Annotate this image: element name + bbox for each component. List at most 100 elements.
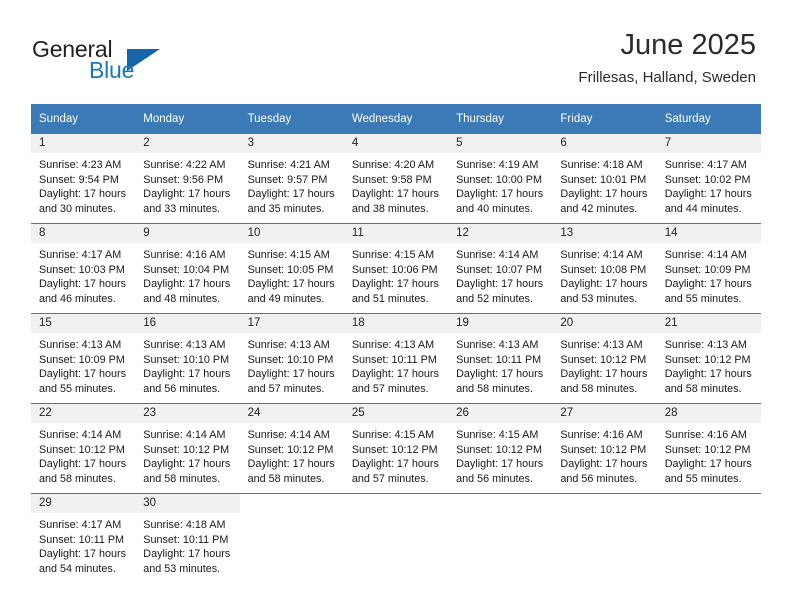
daylight-text-line1: Daylight: 17 hours (39, 368, 127, 381)
day-number: 27 (552, 404, 657, 423)
day-details: Sunrise: 4:16 AM Sunset: 10:04 PM Daylight… (135, 243, 239, 306)
calendar-day-cell[interactable]: 25 Sunrise: 4:15 AM Sunset: 10:12 PM Daylig… (343, 403, 449, 494)
day-details: Sunrise: 4:14 AM Sunset: 10:12 PM Daylight… (31, 423, 135, 486)
general-blue-logo[interactable]: General Blue (32, 36, 242, 88)
day-number: 12 (448, 224, 553, 243)
daylight-text-line2: and 55 minutes. (39, 382, 116, 395)
calendar-day-cell[interactable]: 17 Sunrise: 4:13 AM Sunset: 10:10 PM Daylig… (239, 313, 344, 404)
sunrise-text: Sunrise: 4:18 AM (143, 519, 226, 531)
daylight-text-line1: Daylight: 17 hours (560, 278, 648, 291)
day-number (448, 494, 553, 513)
daylight-text-line2: and 56 minutes. (560, 472, 638, 485)
sunrise-text: Sunrise: 4:15 AM (351, 249, 435, 261)
calendar-day-cell[interactable]: 2 Sunrise: 4:22 AM Sunset: 9:56 PM Daylight… (135, 133, 240, 224)
calendar-day-cell[interactable]: 28 Sunrise: 4:16 AM Sunset: 10:12 PM Daylig… (656, 403, 761, 494)
daylight-text-line1: Daylight: 17 hours (247, 278, 335, 291)
day-number: 8 (31, 224, 136, 243)
calendar-day-cell[interactable]: 21 Sunrise: 4:13 AM Sunset: 10:12 PM Daylig… (656, 313, 761, 404)
daylight-text-line1: Daylight: 17 hours (247, 458, 335, 471)
calendar-day-cell[interactable]: 30 Sunrise: 4:18 AM Sunset: 10:11 PM Daylig… (135, 493, 240, 582)
calendar-day-cell[interactable]: 4 Sunrise: 4:20 AM Sunset: 9:58 PM Daylight… (343, 133, 449, 224)
sunrise-text: Sunrise: 4:16 AM (560, 429, 643, 441)
weekday-header-monday: Monday (135, 104, 240, 134)
sunrise-text: Sunrise: 4:17 AM (39, 249, 122, 261)
calendar-cell-empty (239, 493, 344, 582)
daylight-text-line1: Daylight: 17 hours (39, 458, 127, 471)
daylight-text-line2: and 33 minutes. (143, 202, 221, 215)
calendar-day-cell[interactable]: 14 Sunrise: 4:14 AM Sunset: 10:09 PM Daylig… (656, 223, 761, 314)
day-details: Sunrise: 4:15 AM Sunset: 10:06 PM Daylight… (344, 243, 448, 306)
calendar-day-cell[interactable]: 7 Sunrise: 4:17 AM Sunset: 10:02 PM Dayligh… (656, 133, 761, 224)
calendar-week-row: 15 Sunrise: 4:13 AM Sunset: 10:09 PM Daylig… (31, 313, 761, 404)
calendar-day-cell[interactable]: 11 Sunrise: 4:15 AM Sunset: 10:06 PM Daylig… (343, 223, 449, 314)
sunset-text: Sunset: 10:12 PM (560, 443, 647, 456)
calendar-day-cell[interactable]: 24 Sunrise: 4:14 AM Sunset: 10:12 PM Daylig… (239, 403, 344, 494)
daylight-text-line2: and 58 minutes. (664, 382, 742, 395)
day-details: Sunrise: 4:13 AM Sunset: 10:11 PM Daylight… (344, 333, 448, 396)
calendar-week-row: 22 Sunrise: 4:14 AM Sunset: 10:12 PM Daylig… (31, 403, 761, 494)
sunrise-sunset-calendar: Sunday Monday Tuesday Wednesday Thursday… (31, 104, 761, 582)
daylight-text-line1: Daylight: 17 hours (143, 548, 231, 561)
calendar-day-cell[interactable]: 18 Sunrise: 4:13 AM Sunset: 10:11 PM Daylig… (343, 313, 449, 404)
page-subtitle: Frillesas, Halland, Sweden (578, 69, 756, 86)
daylight-text-line2: and 58 minutes. (247, 472, 325, 485)
sunset-text: Sunset: 10:01 PM (560, 173, 647, 186)
daylight-text-line1: Daylight: 17 hours (664, 188, 752, 201)
sunset-text: Sunset: 10:12 PM (39, 443, 125, 456)
daylight-text-line1: Daylight: 17 hours (456, 278, 544, 291)
calendar-day-cell[interactable]: 29 Sunrise: 4:17 AM Sunset: 10:11 PM Daylig… (31, 493, 136, 582)
calendar-day-cell[interactable]: 27 Sunrise: 4:16 AM Sunset: 10:12 PM Daylig… (552, 403, 657, 494)
day-number: 20 (552, 314, 657, 333)
sunrise-text: Sunrise: 4:21 AM (247, 159, 330, 171)
sunrise-text: Sunrise: 4:14 AM (143, 429, 226, 441)
calendar-day-cell[interactable]: 16 Sunrise: 4:13 AM Sunset: 10:10 PM Daylig… (135, 313, 240, 404)
calendar-day-cell[interactable]: 3 Sunrise: 4:21 AM Sunset: 9:57 PM Daylight… (239, 133, 344, 224)
calendar-day-cell[interactable]: 22 Sunrise: 4:14 AM Sunset: 10:12 PM Daylig… (31, 403, 136, 494)
daylight-text-line2: and 57 minutes. (351, 472, 429, 485)
calendar-day-cell[interactable]: 12 Sunrise: 4:14 AM Sunset: 10:07 PM Daylig… (448, 223, 553, 314)
day-number: 28 (656, 404, 761, 423)
daylight-text-line2: and 30 minutes. (39, 202, 116, 215)
calendar-day-cell[interactable]: 9 Sunrise: 4:16 AM Sunset: 10:04 PM Dayligh… (135, 223, 240, 314)
day-details: Sunrise: 4:18 AM Sunset: 10:11 PM Daylight… (135, 513, 239, 576)
daylight-text-line1: Daylight: 17 hours (351, 368, 439, 381)
logo-text-blue: Blue (89, 57, 135, 83)
calendar-day-cell[interactable]: 6 Sunrise: 4:18 AM Sunset: 10:01 PM Dayligh… (552, 133, 657, 224)
calendar-day-cell[interactable]: 19 Sunrise: 4:13 AM Sunset: 10:11 PM Daylig… (448, 313, 553, 404)
day-details: Sunrise: 4:17 AM Sunset: 10:03 PM Daylight… (31, 243, 135, 306)
calendar-day-cell[interactable]: 23 Sunrise: 4:14 AM Sunset: 10:12 PM Daylig… (135, 403, 240, 494)
daylight-text-line2: and 51 minutes. (351, 292, 429, 305)
calendar-day-cell[interactable]: 1 Sunrise: 4:23 AM Sunset: 9:54 PM Daylight… (31, 133, 136, 224)
sunset-text: Sunset: 10:12 PM (664, 443, 751, 456)
calendar-day-cell[interactable]: 15 Sunrise: 4:13 AM Sunset: 10:09 PM Daylig… (31, 313, 136, 404)
daylight-text-line1: Daylight: 17 hours (664, 368, 752, 381)
day-details: Sunrise: 4:13 AM Sunset: 10:11 PM Daylight… (448, 333, 552, 396)
sunrise-text: Sunrise: 4:14 AM (247, 429, 330, 441)
sunrise-text: Sunrise: 4:17 AM (664, 159, 747, 171)
calendar-cell-empty (552, 493, 657, 582)
daylight-text-line1: Daylight: 17 hours (560, 368, 648, 381)
sunrise-text: Sunrise: 4:22 AM (143, 159, 226, 171)
calendar-day-cell[interactable]: 8 Sunrise: 4:17 AM Sunset: 10:03 PM Dayligh… (31, 223, 136, 314)
daylight-text-line2: and 57 minutes. (351, 382, 429, 395)
day-details: Sunrise: 4:17 AM Sunset: 10:11 PM Daylight… (31, 513, 135, 576)
calendar-day-cell[interactable]: 5 Sunrise: 4:19 AM Sunset: 10:00 PM Dayligh… (448, 133, 553, 224)
sunrise-text: Sunrise: 4:16 AM (664, 429, 747, 441)
daylight-text-line1: Daylight: 17 hours (456, 368, 544, 381)
day-details: Sunrise: 4:15 AM Sunset: 10:12 PM Daylight… (344, 423, 448, 486)
calendar-body: 1 Sunrise: 4:23 AM Sunset: 9:54 PM Daylight… (31, 133, 761, 582)
calendar-day-cell[interactable]: 26 Sunrise: 4:15 AM Sunset: 10:12 PM Daylig… (448, 403, 553, 494)
day-details: Sunrise: 4:14 AM Sunset: 10:12 PM Daylight… (135, 423, 239, 486)
daylight-text-line2: and 54 minutes. (39, 562, 116, 575)
daylight-text-line2: and 56 minutes. (456, 472, 533, 485)
sunset-text: Sunset: 10:12 PM (143, 443, 230, 456)
daylight-text-line2: and 58 minutes. (560, 382, 638, 395)
daylight-text-line1: Daylight: 17 hours (664, 458, 752, 471)
daylight-text-line2: and 58 minutes. (39, 472, 116, 485)
calendar-day-cell[interactable]: 13 Sunrise: 4:14 AM Sunset: 10:08 PM Daylig… (552, 223, 657, 314)
calendar-week-row: 8 Sunrise: 4:17 AM Sunset: 10:03 PM Dayligh… (31, 223, 761, 314)
calendar-day-cell[interactable]: 20 Sunrise: 4:13 AM Sunset: 10:12 PM Daylig… (552, 313, 657, 404)
weekday-header-friday: Friday (552, 104, 657, 134)
calendar-cell-empty (448, 493, 553, 582)
calendar-day-cell[interactable]: 10 Sunrise: 4:15 AM Sunset: 10:05 PM Daylig… (239, 223, 344, 314)
